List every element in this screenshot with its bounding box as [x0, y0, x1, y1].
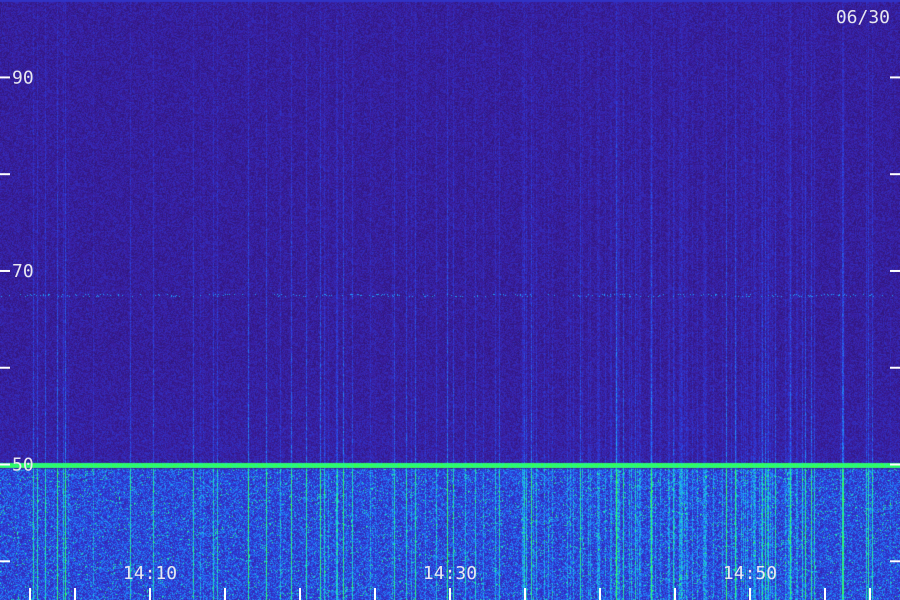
date-label: 06/30 — [836, 7, 890, 28]
y-axis-ticks: 90 70 50 — [0, 67, 900, 563]
axis-overlay: 90 70 50 14:10 14:30 14:50 06/30 — [0, 7, 900, 600]
x-axis-ticks: 14:10 14:30 14:50 — [29, 563, 871, 600]
spectrogram-chart: 90 70 50 14:10 14:30 14:50 06/30 — [0, 0, 900, 600]
y-tick-label: 50 — [12, 455, 34, 476]
y-tick-label: 90 — [12, 67, 34, 88]
y-tick-label: 70 — [12, 261, 34, 282]
x-tick-label: 14:50 — [723, 563, 777, 584]
x-tick-label: 14:10 — [123, 563, 177, 584]
x-tick-label: 14:30 — [423, 563, 477, 584]
